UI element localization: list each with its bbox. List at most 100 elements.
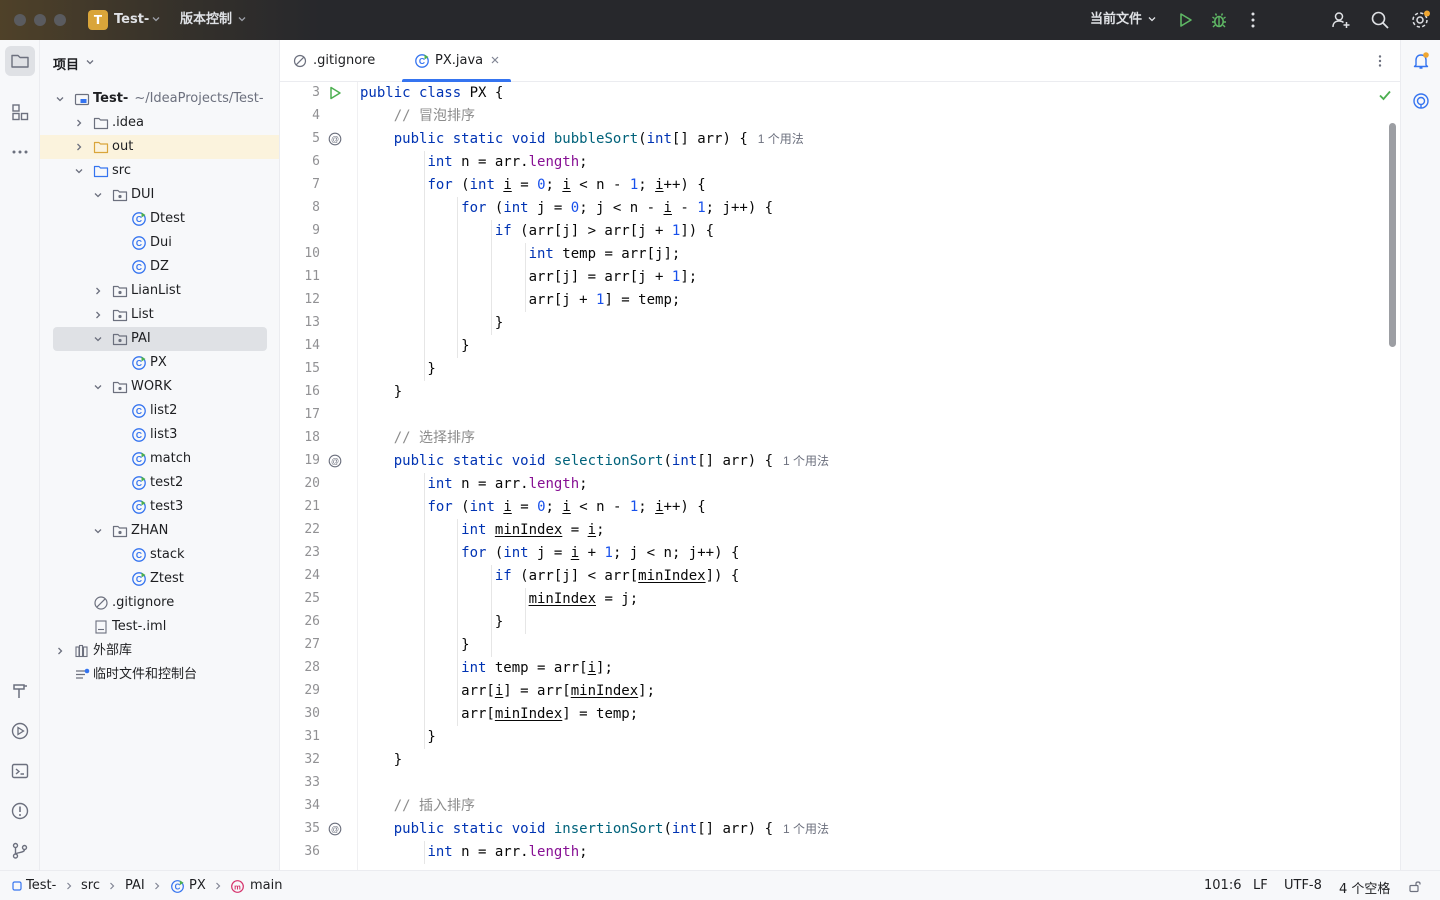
line-number[interactable]: 13: [280, 315, 320, 330]
code-line[interactable]: 34 // 插入排序: [280, 795, 1400, 818]
line-number[interactable]: 24: [280, 568, 320, 583]
line-number[interactable]: 22: [280, 522, 320, 537]
line-number[interactable]: 18: [280, 430, 320, 445]
code-line[interactable]: 22 int minIndex = i;: [280, 519, 1400, 542]
notifications-bell-icon[interactable]: [1411, 51, 1431, 71]
code-line[interactable]: 19 @ public static void selectionSort(int…: [280, 450, 1400, 473]
chevron-right-icon[interactable]: [54, 645, 66, 657]
implemented-marker-icon[interactable]: @: [327, 821, 343, 837]
line-number[interactable]: 26: [280, 614, 320, 629]
tree-item-[interactable]: 临时文件和控制台: [40, 663, 279, 687]
line-number[interactable]: 36: [280, 844, 320, 859]
line-number[interactable]: 25: [280, 591, 320, 606]
tree-item-lianlist[interactable]: LianList: [40, 279, 279, 303]
tree-item-gitignore[interactable]: .gitignore: [40, 591, 279, 615]
close-icon[interactable]: [490, 55, 500, 65]
chevron-right-icon[interactable]: [73, 141, 85, 153]
add-user-icon[interactable]: [1330, 9, 1352, 31]
vcs-menu[interactable]: 版本控制: [180, 11, 232, 29]
tree-item-work[interactable]: WORK: [40, 375, 279, 399]
line-number[interactable]: 17: [280, 407, 320, 422]
code-line[interactable]: 12 arr[j + 1] = temp;: [280, 289, 1400, 312]
code-line[interactable]: 17: [280, 404, 1400, 427]
code-line[interactable]: 15 }: [280, 358, 1400, 381]
code-line[interactable]: 13 }: [280, 312, 1400, 335]
tree-item-idea[interactable]: .idea: [40, 111, 279, 135]
chevron-down-icon[interactable]: [92, 381, 104, 393]
tree-item-src[interactable]: src: [40, 159, 279, 183]
breadcrumb-package[interactable]: PAI: [125, 878, 145, 893]
chevron-right-icon[interactable]: [92, 309, 104, 321]
project-badge[interactable]: T: [88, 10, 108, 30]
chevron-down-icon[interactable]: [92, 333, 104, 345]
project-switcher[interactable]: Test-: [114, 11, 149, 29]
project-tool-button[interactable]: [5, 46, 35, 76]
structure-tool-button[interactable]: [5, 97, 35, 127]
chevron-down-icon[interactable]: [92, 189, 104, 201]
tree-item-dz[interactable]: C DZ: [40, 255, 279, 279]
code-line[interactable]: 36 int n = arr.length;: [280, 841, 1400, 864]
line-number[interactable]: 10: [280, 246, 320, 261]
run-config-selector[interactable]: 当前文件: [1090, 11, 1142, 29]
tree-item-test2[interactable]: Ctest2: [40, 471, 279, 495]
code-line[interactable]: 32 }: [280, 749, 1400, 772]
code-editor[interactable]: 3 public class PX {4 // 冒泡排序 5 @ public sta…: [280, 82, 1400, 870]
tree-item-list[interactable]: List: [40, 303, 279, 327]
code-line[interactable]: 23 for (int j = i + 1; j < n; j++) {: [280, 542, 1400, 565]
window-close-button[interactable]: [14, 14, 26, 26]
tree-item-dtest[interactable]: C Dtest: [40, 207, 279, 231]
breadcrumb-class[interactable]: PX: [189, 878, 206, 893]
line-number[interactable]: 7: [280, 177, 320, 192]
line-number[interactable]: 21: [280, 499, 320, 514]
tab-gitignore[interactable]: .gitignore: [290, 40, 400, 82]
search-icon[interactable]: [1369, 9, 1391, 31]
more-vertical-icon[interactable]: [1242, 9, 1264, 31]
breadcrumb-project[interactable]: Test-: [26, 878, 56, 893]
tree-item-dui[interactable]: DUI: [40, 183, 279, 207]
chevron-right-icon[interactable]: [92, 285, 104, 297]
code-line[interactable]: 29 arr[i] = arr[minIndex];: [280, 680, 1400, 703]
code-line[interactable]: 14 }: [280, 335, 1400, 358]
line-number[interactable]: 31: [280, 729, 320, 744]
chevron-down-icon[interactable]: [54, 93, 66, 105]
code-line[interactable]: 33: [280, 772, 1400, 795]
caret-position[interactable]: 101:6: [1204, 878, 1241, 893]
tab-px-java[interactable]: C PX.java: [402, 40, 511, 82]
line-number[interactable]: 6: [280, 154, 320, 169]
tree-item-ztest[interactable]: C Ztest: [40, 567, 279, 591]
line-number[interactable]: 28: [280, 660, 320, 675]
more-vertical-icon[interactable]: [1372, 53, 1388, 69]
line-number[interactable]: 19: [280, 453, 320, 468]
code-line[interactable]: 26 }: [280, 611, 1400, 634]
code-line[interactable]: 11 arr[j] = arr[j + 1];: [280, 266, 1400, 289]
line-number[interactable]: 35: [280, 821, 320, 836]
line-number[interactable]: 27: [280, 637, 320, 652]
run-gutter-icon[interactable]: [327, 85, 343, 101]
tree-item-test-iml[interactable]: Test-.iml: [40, 615, 279, 639]
line-separator[interactable]: LF: [1253, 878, 1268, 893]
line-number[interactable]: 4: [280, 108, 320, 123]
code-line[interactable]: 16 }: [280, 381, 1400, 404]
code-line[interactable]: 30 arr[minIndex] = temp;: [280, 703, 1400, 726]
line-number[interactable]: 34: [280, 798, 320, 813]
line-number[interactable]: 5: [280, 131, 320, 146]
implemented-marker-icon[interactable]: @: [327, 453, 343, 469]
lock-open-icon[interactable]: [1408, 879, 1422, 893]
window-zoom-button[interactable]: [54, 14, 66, 26]
line-number[interactable]: 15: [280, 361, 320, 376]
line-number[interactable]: 8: [280, 200, 320, 215]
tree-item-zhan[interactable]: ZHAN: [40, 519, 279, 543]
build-tool-button[interactable]: [5, 676, 35, 706]
file-encoding[interactable]: UTF-8: [1284, 878, 1322, 893]
breadcrumb-src[interactable]: src: [81, 878, 100, 893]
line-number[interactable]: 16: [280, 384, 320, 399]
tree-item-pai[interactable]: PAI: [53, 327, 267, 351]
code-line[interactable]: 8 for (int j = 0; j < n - i - 1; j++) {: [280, 197, 1400, 220]
line-number[interactable]: 29: [280, 683, 320, 698]
git-tool-button[interactable]: [5, 836, 35, 866]
chevron-down-icon[interactable]: [92, 525, 104, 537]
code-line[interactable]: 10 int temp = arr[j];: [280, 243, 1400, 266]
tree-item-list3[interactable]: Clist3: [40, 423, 279, 447]
chevron-right-icon[interactable]: [73, 117, 85, 129]
breadcrumb-method[interactable]: main: [250, 878, 282, 893]
